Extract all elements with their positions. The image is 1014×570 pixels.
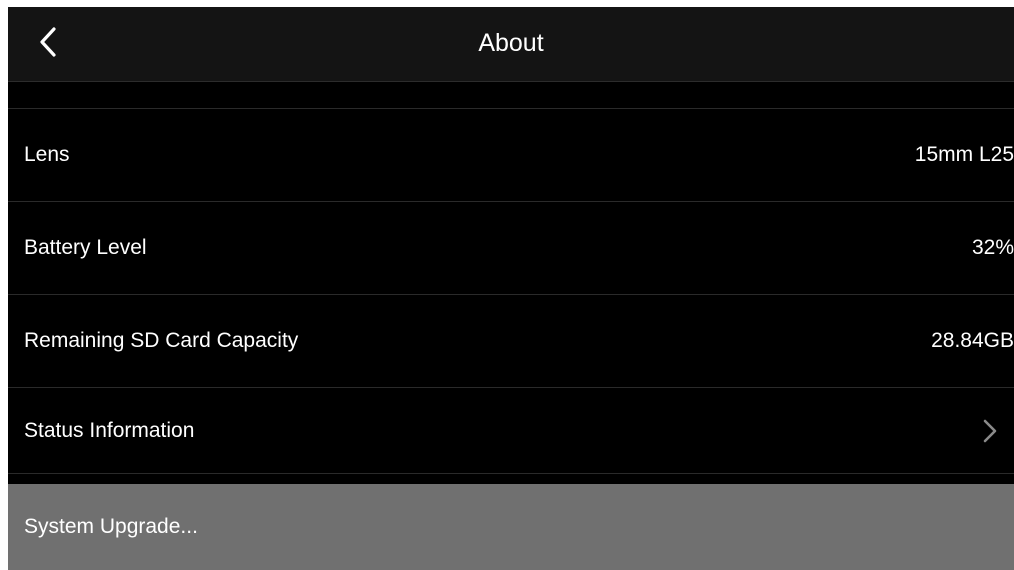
- lens-row[interactable]: Lens 15mm L25: [8, 109, 1014, 202]
- lens-value: 15mm L25: [914, 143, 1014, 166]
- chevron-left-icon: [28, 21, 72, 65]
- sd-capacity-value: 28.84GB: [931, 329, 1014, 352]
- battery-level-label: Battery Level: [24, 236, 147, 259]
- back-button[interactable]: [28, 21, 72, 65]
- sd-capacity-label: Remaining SD Card Capacity: [24, 329, 299, 352]
- status-information-row[interactable]: Status Information: [8, 388, 1014, 474]
- sd-capacity-row[interactable]: Remaining SD Card Capacity 28.84GB: [8, 295, 1014, 388]
- chevron-right-icon: [980, 416, 1000, 446]
- battery-level-value: 32%: [971, 236, 1014, 259]
- about-list: Lens 15mm L25 Battery Level 32% Remainin…: [8, 109, 1014, 474]
- system-upgrade-button[interactable]: System Upgrade...: [8, 484, 1014, 570]
- about-screen: About Lens 15mm L25 Battery Level 32% Re…: [8, 7, 1014, 570]
- system-upgrade-label: System Upgrade...: [24, 515, 198, 538]
- list-spacer: [8, 82, 1014, 109]
- battery-level-row[interactable]: Battery Level 32%: [8, 202, 1014, 295]
- status-information-label: Status Information: [24, 418, 195, 442]
- page-title: About: [478, 29, 544, 57]
- lens-label: Lens: [24, 143, 70, 166]
- header-bar: About: [8, 7, 1014, 82]
